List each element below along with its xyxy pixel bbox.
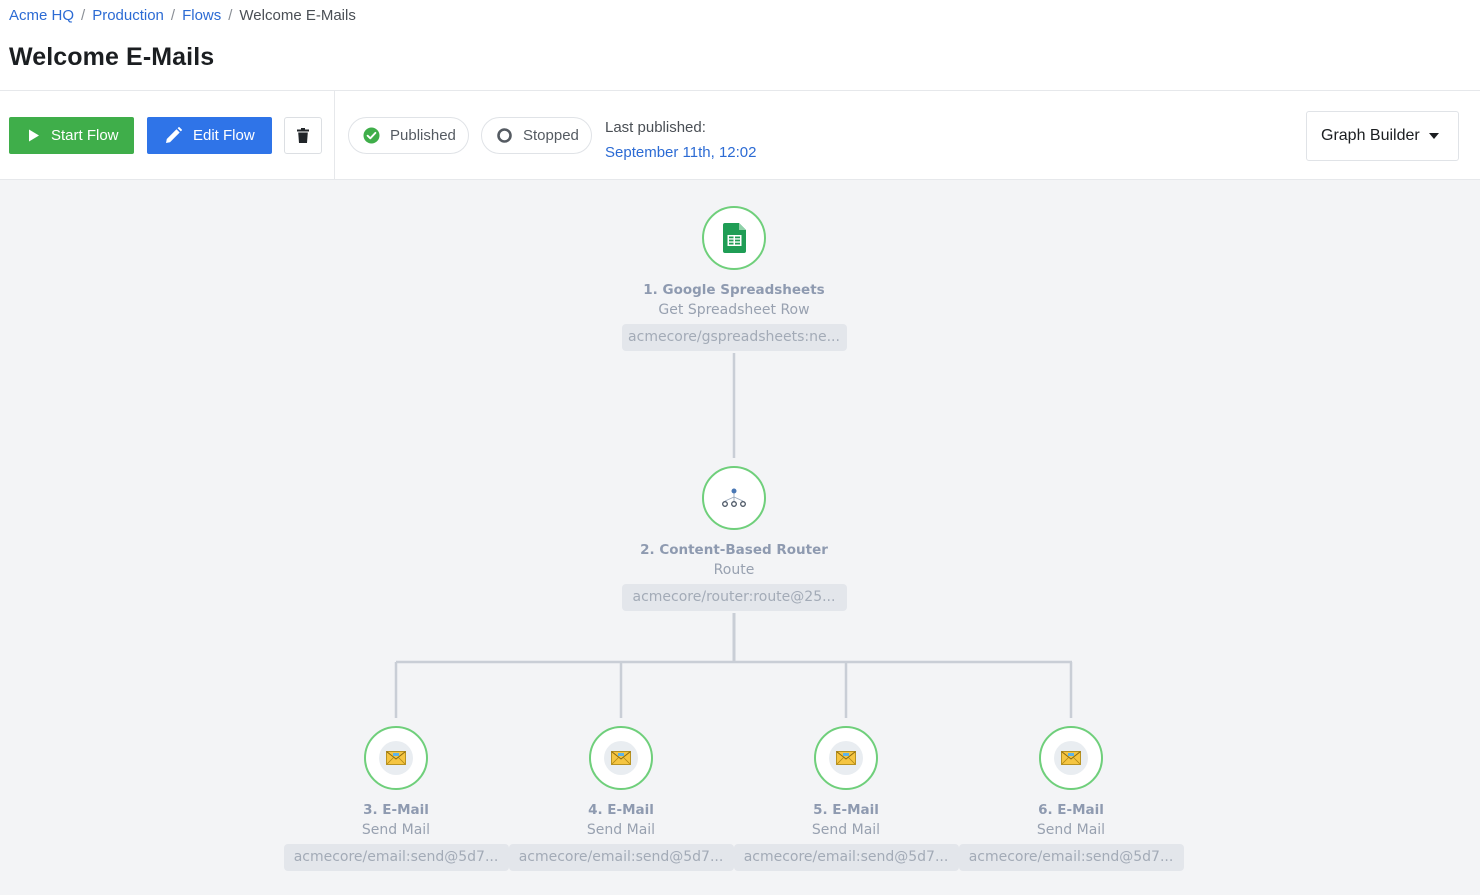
step-title: 4. E-Mail [588, 802, 654, 818]
toolbar-divider [334, 91, 335, 180]
step-title: 1. Google Spreadsheets [643, 282, 825, 298]
stopped-label: Stopped [523, 127, 579, 144]
email-icon [386, 751, 406, 765]
delete-flow-button[interactable] [284, 117, 322, 154]
page-title: Welcome E-Mails [9, 43, 215, 71]
step-component-tag: acmecore/email:send@5d7... [508, 844, 734, 871]
flow-graph-canvas: 1. Google Spreadsheets Get Spreadsheet R… [0, 180, 1480, 895]
play-icon [28, 129, 40, 142]
email-icon [611, 751, 631, 765]
flow-step-node[interactable]: 1. Google Spreadsheets Get Spreadsheet R… [619, 206, 849, 351]
last-published-label: Last published: [605, 119, 706, 136]
google-sheets-icon [722, 223, 746, 253]
published-status-pill[interactable]: Published [348, 117, 469, 154]
email-icon-backdrop [1054, 741, 1088, 775]
step-icon-circle[interactable] [702, 466, 766, 530]
step-title: 5. E-Mail [813, 802, 879, 818]
caret-down-icon [1428, 133, 1439, 139]
email-icon-backdrop [379, 741, 413, 775]
breadcrumb-separator: / [81, 7, 86, 24]
step-component-tag: acmecore/email:send@5d7... [283, 844, 509, 871]
step-icon-circle[interactable] [1039, 726, 1103, 790]
flow-step-node[interactable]: 2. Content-Based Router Route acmecore/r… [619, 466, 849, 611]
step-title: 3. E-Mail [363, 802, 429, 818]
step-icon-circle[interactable] [814, 726, 878, 790]
flow-step-node[interactable]: 3. E-Mail Send Mail acmecore/email:send@… [281, 726, 511, 871]
breadcrumb-link-flows[interactable]: Flows [182, 7, 221, 24]
step-component-tag: acmecore/router:route@25... [621, 584, 847, 611]
pencil-icon [165, 127, 182, 144]
step-component-tag: acmecore/email:send@5d7... [958, 844, 1184, 871]
step-subtitle: Send Mail [1036, 822, 1106, 838]
step-title: 2. Content-Based Router [640, 542, 828, 558]
email-icon-backdrop [829, 741, 863, 775]
published-label: Published [390, 127, 456, 144]
flow-step-node[interactable]: 5. E-Mail Send Mail acmecore/email:send@… [731, 726, 961, 871]
breadcrumb-current: Welcome E-Mails [239, 7, 356, 24]
stopped-status-pill[interactable]: Stopped [481, 117, 592, 154]
last-published-info: Last published: September 11th, 12:02 [605, 115, 757, 165]
email-icon-backdrop [604, 741, 638, 775]
step-subtitle: Send Mail [811, 822, 881, 838]
check-circle-icon [363, 127, 380, 144]
flow-step-node[interactable]: 6. E-Mail Send Mail acmecore/email:send@… [956, 726, 1186, 871]
flow-step-node[interactable]: 4. E-Mail Send Mail acmecore/email:send@… [506, 726, 736, 871]
email-icon [836, 751, 856, 765]
breadcrumb-link-production[interactable]: Production [92, 7, 164, 24]
stopped-circle-icon [496, 127, 513, 144]
breadcrumb-separator: / [170, 7, 176, 24]
edit-flow-label: Edit Flow [193, 127, 255, 144]
email-icon [1061, 751, 1081, 765]
step-subtitle: Send Mail [361, 822, 431, 838]
step-component-tag: acmecore/email:send@5d7... [733, 844, 959, 871]
breadcrumb-separator: / [228, 7, 233, 24]
step-subtitle: Route [713, 562, 755, 578]
view-selector-label: Graph Builder [1321, 127, 1420, 144]
step-icon-circle[interactable] [589, 726, 653, 790]
step-icon-circle[interactable] [702, 206, 766, 270]
router-icon [721, 488, 747, 508]
view-selector-dropdown[interactable]: Graph Builder [1306, 111, 1459, 161]
step-subtitle: Send Mail [586, 822, 656, 838]
flow-toolbar: Start Flow Edit Flow Published Stopped L… [0, 90, 1480, 180]
breadcrumb-link-acme-hq[interactable]: Acme HQ [9, 7, 74, 24]
last-published-date-link[interactable]: September 11th, 12:02 [605, 140, 757, 165]
step-title: 6. E-Mail [1038, 802, 1104, 818]
breadcrumb: Acme HQ / Production / Flows / Welcome E… [9, 7, 356, 24]
trash-icon [297, 128, 309, 143]
step-component-tag: acmecore/gspreadsheets:ne... [621, 324, 847, 351]
step-subtitle: Get Spreadsheet Row [658, 302, 810, 318]
start-flow-button[interactable]: Start Flow [9, 117, 134, 154]
start-flow-label: Start Flow [51, 127, 119, 144]
edit-flow-button[interactable]: Edit Flow [147, 117, 272, 154]
step-icon-circle[interactable] [364, 726, 428, 790]
